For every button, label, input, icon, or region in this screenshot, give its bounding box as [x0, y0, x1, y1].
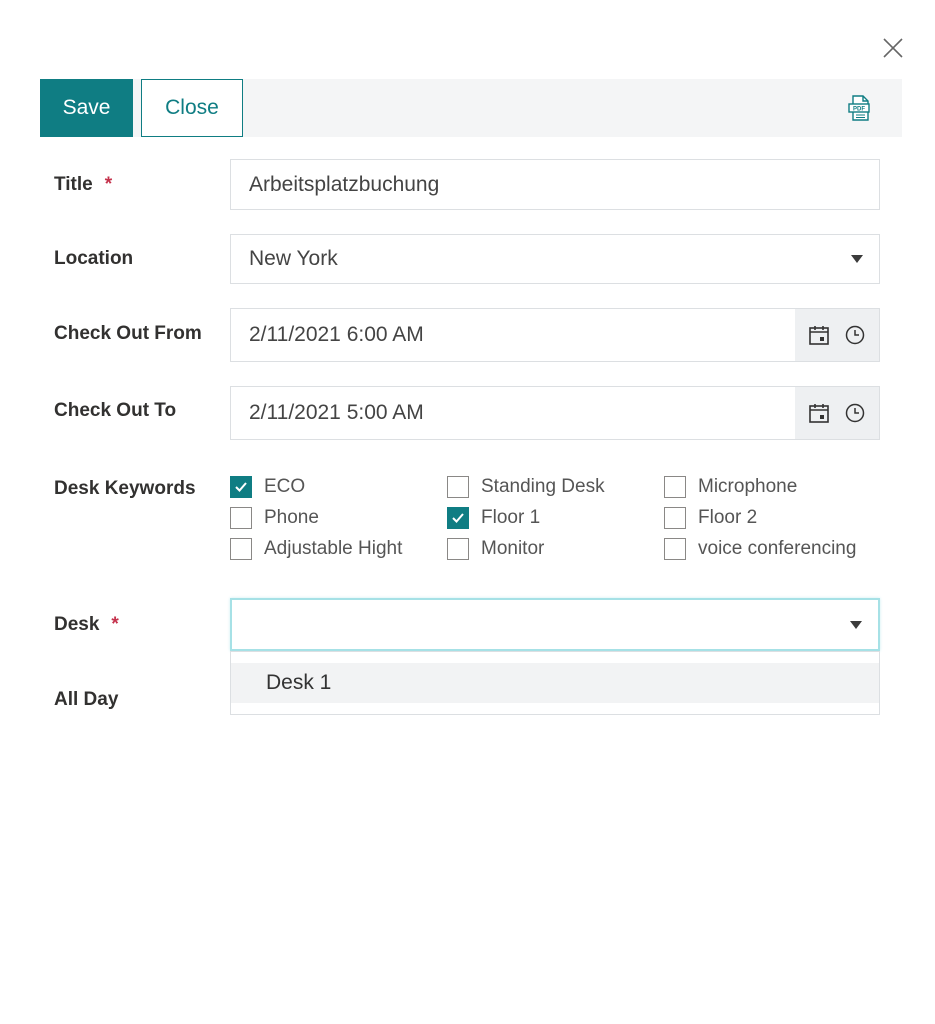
check-out-from-label: Check Out From [54, 323, 202, 344]
keyword-label: Standing Desk [481, 476, 605, 497]
keyword-option-standing-desk[interactable]: Standing Desk [447, 476, 605, 498]
keyword-label: Adjustable Hight [264, 538, 403, 559]
checkbox[interactable] [230, 476, 252, 498]
required-mark: * [104, 174, 113, 195]
svg-text:PDF: PDF [853, 107, 865, 113]
keyword-label: Floor 1 [481, 507, 541, 528]
checkbox[interactable] [447, 507, 469, 529]
keyword-label: voice conferencing [698, 538, 857, 559]
calendar-icon[interactable] [808, 402, 830, 424]
checkbox[interactable] [664, 476, 686, 498]
keyword-label: Phone [264, 507, 319, 528]
toolbar: Save Close PDF [40, 79, 902, 137]
desk-label: Desk * [54, 614, 119, 635]
pdf-icon[interactable]: PDF [848, 95, 872, 121]
keyword-option-phone[interactable]: Phone [230, 507, 319, 529]
close-icon[interactable] [881, 36, 905, 60]
keyword-option-monitor[interactable]: Monitor [447, 538, 544, 560]
calendar-icon[interactable] [808, 324, 830, 346]
checkbox[interactable] [447, 538, 469, 560]
check-out-to-value: 2/11/2021 5:00 AM [249, 401, 424, 424]
check-out-to-input[interactable]: 2/11/2021 5:00 AM [230, 386, 880, 440]
checkbox[interactable] [230, 507, 252, 529]
keyword-label: Floor 2 [698, 507, 758, 528]
check-out-from-input[interactable]: 2/11/2021 6:00 AM [230, 308, 880, 362]
desk-keywords-label: Desk Keywords [54, 478, 196, 499]
location-value: New York [249, 247, 338, 270]
chevron-down-icon [850, 620, 862, 629]
keyword-option-voice-conferencing[interactable]: voice conferencing [664, 538, 856, 560]
check-out-from-value: 2/11/2021 6:00 AM [249, 323, 424, 346]
clock-icon[interactable] [844, 402, 866, 424]
title-input[interactable]: Arbeitsplatzbuchung [230, 159, 880, 210]
checkbox[interactable] [447, 476, 469, 498]
checkmark-icon [235, 482, 247, 492]
keyword-label: ECO [264, 476, 306, 497]
keyword-label: Monitor [481, 538, 545, 559]
close-button[interactable]: Close [141, 79, 243, 137]
required-mark: * [111, 614, 119, 635]
title-value: Arbeitsplatzbuchung [249, 172, 440, 196]
save-button[interactable]: Save [40, 79, 133, 137]
checkbox[interactable] [664, 507, 686, 529]
clock-icon[interactable] [844, 324, 866, 346]
keyword-option-floor-2[interactable]: Floor 2 [664, 507, 757, 529]
desk-option[interactable]: Desk 1 [231, 663, 879, 703]
chevron-down-icon [851, 255, 863, 263]
keyword-option-adjustable-hight[interactable]: Adjustable Hight [230, 538, 402, 560]
checkmark-icon [452, 513, 464, 523]
check-out-to-label: Check Out To [54, 400, 177, 421]
keyword-label: Microphone [698, 476, 798, 497]
checkbox[interactable] [664, 538, 686, 560]
desk-select[interactable] [230, 598, 880, 651]
location-select[interactable]: New York [230, 234, 880, 284]
location-label: Location [54, 248, 134, 269]
keyword-option-microphone[interactable]: Microphone [664, 476, 797, 498]
keyword-option-floor-1[interactable]: Floor 1 [447, 507, 540, 529]
desk-dropdown-list: Desk 1 [230, 651, 880, 715]
all-day-label: All Day [54, 689, 119, 710]
checkbox[interactable] [230, 538, 252, 560]
keyword-option-eco[interactable]: ECO [230, 476, 305, 498]
title-label: Title * [54, 174, 113, 195]
